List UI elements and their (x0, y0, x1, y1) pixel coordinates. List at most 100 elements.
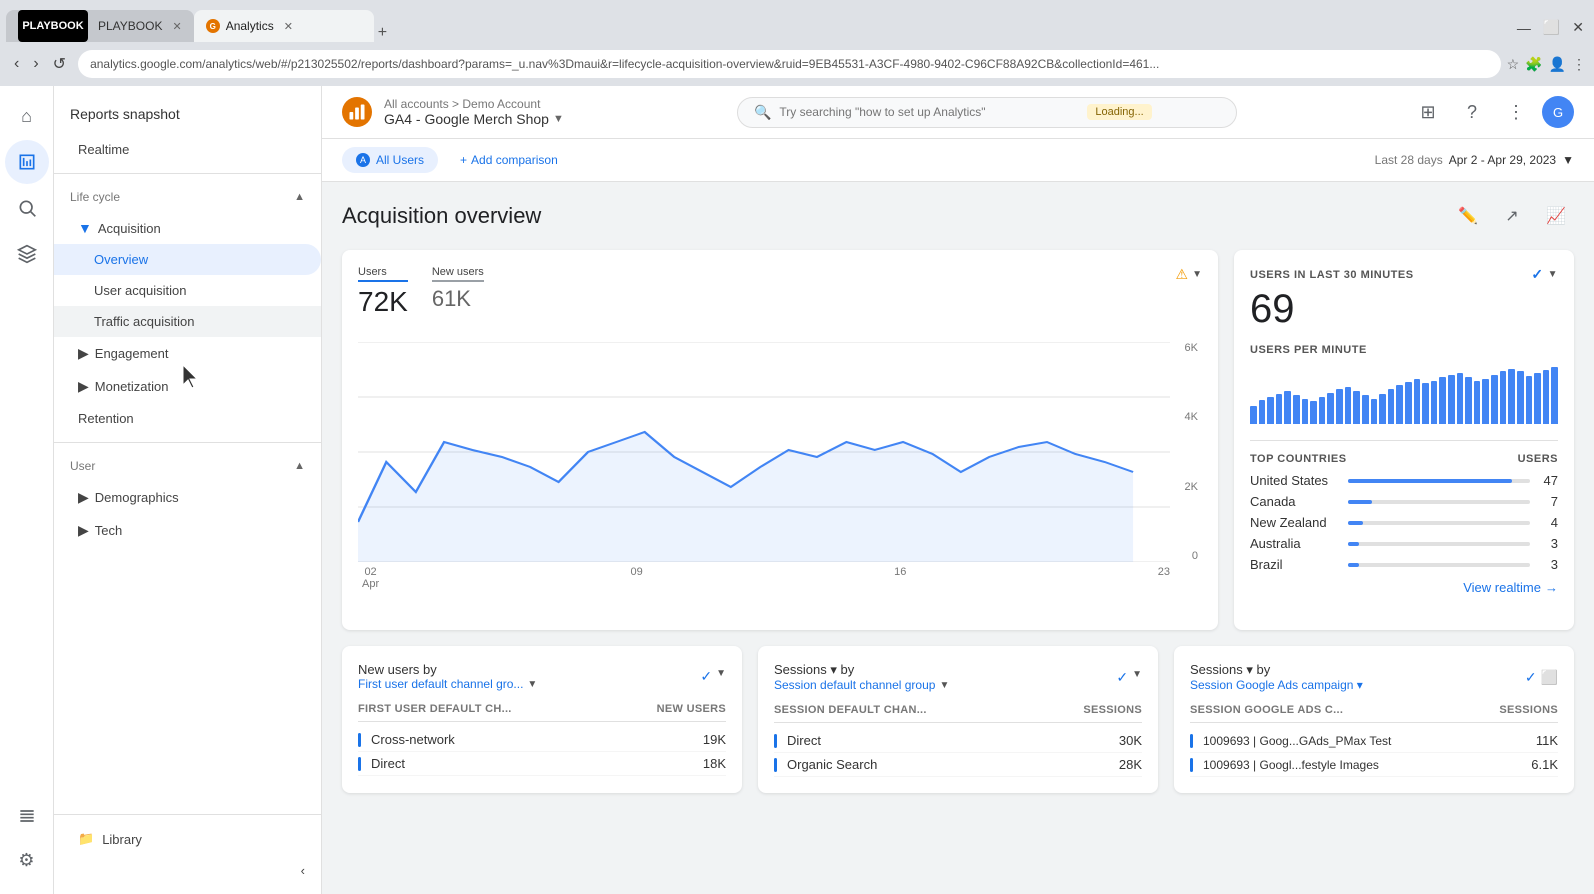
compare-button[interactable]: 📈 (1538, 198, 1574, 234)
new-tab-button[interactable]: + (374, 24, 391, 42)
country-row-br: Brazil 3 (1250, 557, 1558, 572)
view-realtime-label: View realtime (1463, 580, 1541, 595)
back-button[interactable]: ‹ (8, 52, 25, 76)
x-label-16: 16 (894, 566, 906, 590)
pmax-test-label: 1009693 | Goog...GAds_PMax Test (1203, 734, 1391, 748)
home-nav-button[interactable]: ⌂ (5, 94, 49, 138)
bar-7 (1302, 399, 1309, 424)
acquisition-section-header[interactable]: ▼ Acquisition (54, 212, 321, 244)
restore-button[interactable]: ⬜ (1539, 17, 1564, 38)
icon-sidebar: ⌂ ⚙ (0, 86, 54, 894)
users-metric-label: Users (358, 266, 408, 282)
sessions-ads-card-subtitle[interactable]: Session Google Ads campaign ▾ (1190, 678, 1363, 692)
extensions-button[interactable]: 🧩 (1525, 56, 1542, 73)
page-title: Acquisition overview (342, 203, 541, 229)
bar-16 (1379, 394, 1386, 424)
bar-12 (1345, 387, 1352, 424)
property-dropdown-icon: ▼ (553, 113, 564, 125)
acquisition-label: Acquisition (98, 221, 161, 236)
sessions-col2: SESSIONS (1083, 704, 1142, 716)
sessions-ads-filter-icon[interactable]: ⬜ (1541, 669, 1558, 686)
search-input[interactable] (779, 105, 1079, 119)
realtime-dropdown-icon[interactable]: ▼ (1548, 269, 1558, 280)
bar-3 (1267, 397, 1274, 424)
close-button[interactable]: ✕ (1568, 17, 1588, 38)
admin-nav-button[interactable]: ⚙ (5, 838, 49, 882)
tech-expand-icon: ▶ (78, 522, 89, 539)
new-users-subtitle-dropdown[interactable]: ▼ (527, 679, 537, 690)
sessions-ads-row-1: 1009693 | Goog...GAds_PMax Test 11K (1190, 729, 1558, 753)
advertising-nav-button[interactable] (5, 232, 49, 276)
view-realtime-arrow: → (1545, 580, 1558, 595)
realtime-link[interactable]: Realtime (54, 134, 321, 165)
bar-26 (1465, 377, 1472, 424)
bar-21 (1422, 383, 1429, 424)
analytics-favicon: G (206, 19, 220, 33)
sessions-card-dropdown[interactable]: ▼ (1132, 669, 1142, 686)
tab-analytics[interactable]: G Analytics ✕ (194, 10, 374, 42)
forward-button[interactable]: › (27, 52, 44, 76)
sessions-check-icon: ✓ (1116, 669, 1128, 686)
sessions-subtitle-dropdown[interactable]: ▼ (939, 680, 949, 691)
sessions-ads-card-title: Sessions ▾ by (1190, 662, 1270, 678)
property-selector[interactable]: GA4 - Google Merch Shop ▼ (384, 111, 564, 127)
tech-section-header[interactable]: ▶ Tech (54, 514, 321, 547)
users-metric[interactable]: Users 72K (358, 266, 408, 318)
bar-8 (1310, 401, 1317, 424)
all-users-filter[interactable]: A All Users (342, 147, 438, 173)
reports-nav-button[interactable] (5, 140, 49, 184)
new-users-card-dropdown[interactable]: ▼ (716, 668, 726, 685)
tab-analytics-close[interactable]: ✕ (284, 20, 293, 33)
edit-button[interactable]: ✏️ (1450, 198, 1486, 234)
share-button[interactable]: ↗ (1494, 198, 1530, 234)
user-acquisition-nav-item[interactable]: User acquisition (54, 275, 321, 306)
date-range-selector[interactable]: Last 28 days Apr 2 - Apr 29, 2023 ▼ (1375, 153, 1574, 167)
library-nav-button[interactable] (5, 794, 49, 838)
add-icon: + (460, 153, 467, 167)
menu-button[interactable]: ⋮ (1572, 56, 1586, 73)
new-users-metric[interactable]: New users 61K (432, 266, 484, 318)
bar-27 (1474, 381, 1481, 424)
overview-nav-item[interactable]: Overview (54, 244, 321, 275)
bookmark-button[interactable]: ☆ (1507, 56, 1520, 73)
monetization-section-header[interactable]: ▶ Monetization (54, 370, 321, 403)
demographics-section-header[interactable]: ▶ Demographics (54, 481, 321, 514)
engagement-section-header[interactable]: ▶ Engagement (54, 337, 321, 370)
country-users-ca: 7 (1538, 494, 1558, 509)
bar-36 (1551, 367, 1558, 424)
bar-25 (1457, 373, 1464, 424)
country-name-nz: New Zealand (1250, 515, 1340, 530)
address-text: analytics.google.com/analytics/web/#/p21… (90, 57, 1159, 71)
user-chevron-up: ▲ (294, 460, 305, 472)
tab-kickpoint-close[interactable]: ✕ (172, 20, 181, 33)
new-users-metric-value: 61K (432, 286, 484, 312)
sessions-card-subtitle[interactable]: Session default channel group (774, 678, 935, 692)
address-bar[interactable]: analytics.google.com/analytics/web/#/p21… (78, 50, 1501, 78)
add-comparison-button[interactable]: + Add comparison (448, 147, 570, 173)
tab-kickpoint[interactable]: PLAYBOOK PLAYBOOK ✕ (6, 10, 194, 42)
country-users-au: 3 (1538, 536, 1558, 551)
bar-30 (1500, 371, 1507, 424)
minimize-button[interactable]: — (1513, 18, 1535, 38)
reload-button[interactable]: ↺ (47, 52, 72, 76)
avatar[interactable]: G (1542, 96, 1574, 128)
date-range-label: Last 28 days (1375, 153, 1443, 167)
reports-snapshot-link[interactable]: Reports snapshot (54, 94, 321, 134)
retention-nav-item[interactable]: Retention (54, 403, 321, 434)
filter-bar: A All Users + Add comparison Last 28 day… (322, 139, 1594, 182)
metric-dropdown-icon[interactable]: ▼ (1192, 269, 1202, 280)
collapse-sidebar-button[interactable]: ‹ (54, 855, 321, 886)
y-label-6k: 6K (1185, 342, 1198, 354)
search-box[interactable]: 🔍 Loading... (737, 97, 1237, 128)
more-options-button[interactable]: ⋮ (1498, 94, 1534, 130)
library-nav-item[interactable]: 📁 Library (54, 823, 321, 855)
bar-35 (1543, 370, 1550, 424)
new-users-card-subtitle[interactable]: First user default channel gro... (358, 677, 523, 691)
profile-button[interactable]: 👤 (1549, 56, 1566, 73)
cards-row: Users 72K New users 61K ⚠ ▼ (342, 250, 1574, 630)
explore-nav-button[interactable] (5, 186, 49, 230)
view-realtime-link[interactable]: View realtime → (1250, 580, 1558, 595)
traffic-acquisition-nav-item[interactable]: Traffic acquisition (54, 306, 321, 337)
help-button[interactable]: ? (1454, 94, 1490, 130)
apps-button[interactable]: ⊞ (1410, 94, 1446, 130)
